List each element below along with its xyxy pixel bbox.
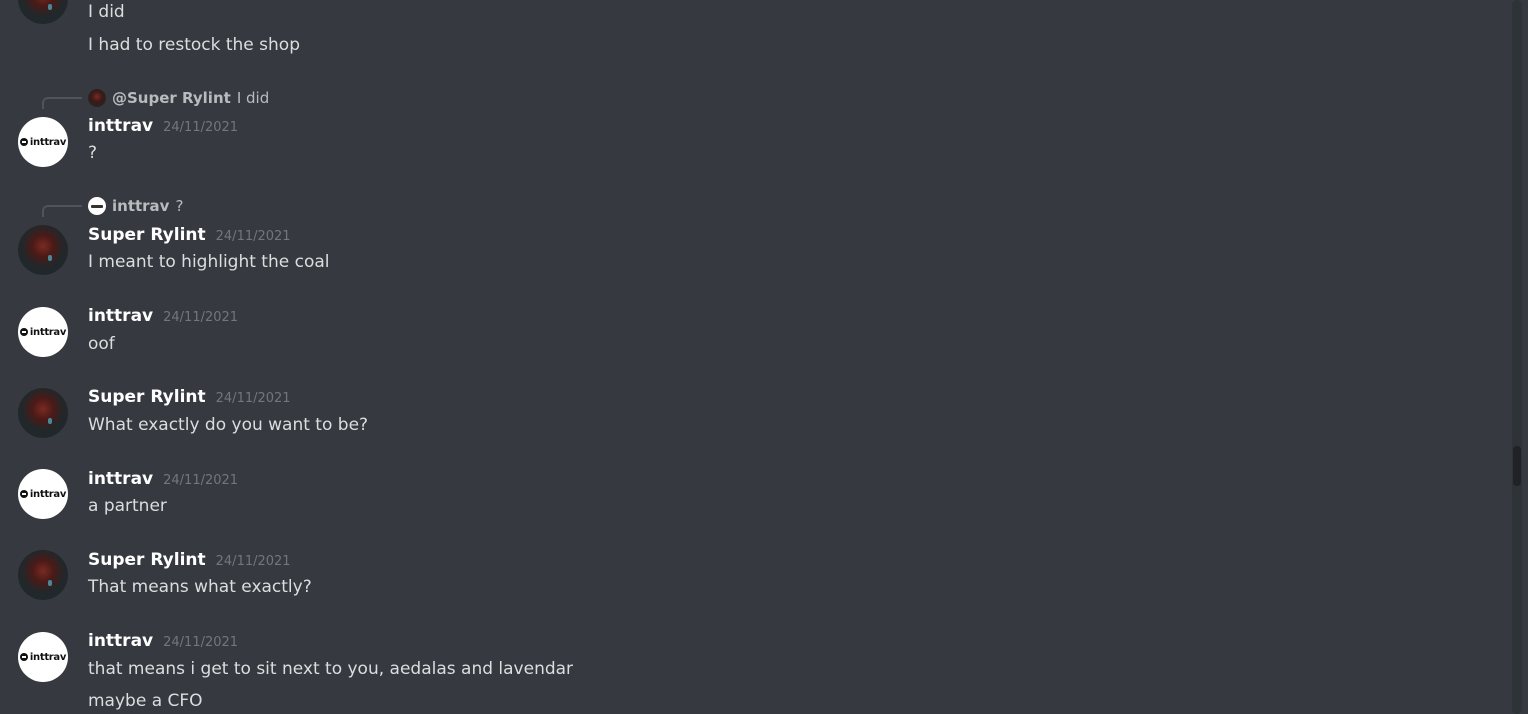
reply-text: ? — [175, 197, 184, 215]
avatar-inttrav[interactable]: inttrav — [18, 632, 68, 682]
author-name[interactable]: inttrav — [88, 469, 153, 489]
scrollbar-track[interactable] — [1512, 0, 1522, 714]
inttrav-logo: inttrav — [19, 489, 66, 500]
message-line: a partner — [88, 496, 167, 516]
inttrav-logo: inttrav — [19, 652, 66, 663]
author-name[interactable]: inttrav — [88, 306, 153, 326]
author-name[interactable]: inttrav — [88, 631, 153, 651]
message-line: What exactly do you want to be? — [88, 415, 369, 435]
message-timestamp: 24/11/2021 — [163, 473, 239, 488]
avatar-inttrav[interactable]: inttrav — [18, 469, 68, 519]
logo-mark-icon — [19, 490, 28, 498]
message-line: I had to restock the shop — [88, 35, 300, 55]
message-author[interactable]: inttrav 24/11/2021 — [88, 469, 238, 489]
message-line: oof — [88, 334, 115, 354]
reply-text: I did — [236, 89, 270, 107]
message-author[interactable]: Super Rylint 24/11/2021 — [88, 225, 291, 245]
message-line: that means i get to sit next to you, aed… — [88, 659, 574, 679]
scrollbar-thumb[interactable] — [1513, 446, 1521, 486]
message-line: I did — [88, 2, 125, 22]
author-name[interactable]: Super Rylint — [88, 225, 206, 245]
reply-avatar — [88, 197, 106, 215]
author-name[interactable]: Super Rylint — [88, 550, 206, 570]
message-line: maybe a CFO — [88, 691, 203, 711]
message-timestamp: 24/11/2021 — [215, 554, 291, 569]
message-author[interactable]: inttrav 24/11/2021 — [88, 306, 238, 326]
message-author[interactable]: Super Rylint 24/11/2021 — [88, 550, 291, 570]
reply-preview[interactable]: @Super Rylint I did — [88, 88, 269, 108]
reply-preview[interactable]: inttrav ? — [88, 196, 183, 216]
message-author[interactable]: inttrav 24/11/2021 — [88, 631, 238, 651]
avatar-super-rylint[interactable] — [18, 550, 68, 600]
author-name[interactable]: inttrav — [88, 116, 153, 136]
message-timestamp: 24/11/2021 — [163, 120, 239, 135]
avatar-super-rylint[interactable] — [18, 388, 68, 438]
reply-connector — [42, 205, 82, 217]
avatar-inttrav[interactable]: inttrav — [18, 117, 68, 167]
message-timestamp: 24/11/2021 — [215, 229, 291, 244]
message-timestamp: 24/11/2021 — [215, 391, 291, 406]
message-line: That means what exactly? — [88, 577, 312, 597]
chat-messages: I did I had to restock the shop @Super R… — [0, 0, 1528, 714]
avatar-inttrav[interactable]: inttrav — [18, 307, 68, 357]
avatar-super-rylint[interactable] — [18, 225, 68, 275]
message-timestamp: 24/11/2021 — [163, 310, 239, 325]
inttrav-logo: inttrav — [19, 327, 66, 338]
reply-avatar — [88, 89, 106, 107]
message-line: I meant to highlight the coal — [88, 252, 330, 272]
avatar-super-rylint[interactable] — [18, 0, 68, 24]
logo-mark-icon — [19, 138, 28, 146]
message-author[interactable]: inttrav 24/11/2021 — [88, 116, 238, 136]
logo-mark-icon — [19, 653, 28, 661]
reply-author[interactable]: @Super Rylint — [112, 89, 231, 107]
author-name[interactable]: Super Rylint — [88, 387, 206, 407]
logo-mark-icon — [19, 328, 28, 336]
message-author[interactable]: Super Rylint 24/11/2021 — [88, 387, 291, 407]
message-timestamp: 24/11/2021 — [163, 635, 239, 650]
reply-author[interactable]: inttrav — [112, 197, 169, 215]
message-line: ? — [88, 143, 98, 163]
reply-connector — [42, 97, 82, 109]
inttrav-logo: inttrav — [19, 137, 66, 148]
